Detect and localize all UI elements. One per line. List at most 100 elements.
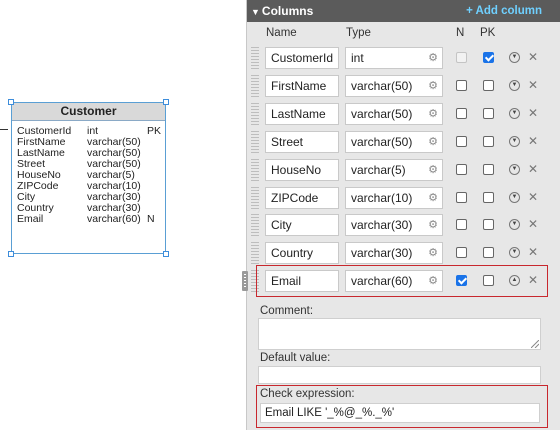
nullable-checkbox[interactable] bbox=[456, 247, 467, 259]
column-name-input[interactable]: ZIPCode bbox=[265, 186, 339, 209]
resize-handle-bottom-left[interactable] bbox=[8, 251, 14, 257]
header-type: Type bbox=[346, 27, 371, 39]
delete-column-icon[interactable]: ✕ bbox=[528, 106, 538, 120]
column-row[interactable]: CustomerId int ⚙ ▼ ✕ bbox=[247, 44, 560, 72]
check-expression-section: Check expression: Email LIKE '_%@_%._%' bbox=[256, 385, 548, 428]
column-row[interactable]: FirstName varchar(50) ⚙ ▼ ✕ bbox=[247, 72, 560, 100]
row-drag-grip-icon[interactable] bbox=[251, 158, 259, 181]
nullable-checkbox[interactable] bbox=[456, 135, 467, 147]
move-down-icon[interactable]: ▼ bbox=[509, 219, 520, 231]
entity-column-flag: PK bbox=[147, 125, 162, 137]
delete-column-icon[interactable]: ✕ bbox=[528, 78, 538, 92]
row-drag-grip-icon[interactable] bbox=[251, 74, 259, 97]
column-row[interactable]: City varchar(30) ⚙ ▼ ✕ bbox=[247, 211, 560, 239]
gear-icon[interactable]: ⚙ bbox=[427, 164, 439, 176]
entity-customer[interactable]: Customer CustomerId int PK FirstName varchar… bbox=[11, 102, 166, 254]
row-drag-grip-icon[interactable] bbox=[251, 242, 259, 265]
primary-key-checkbox[interactable] bbox=[483, 275, 494, 287]
gear-icon[interactable]: ⚙ bbox=[427, 275, 439, 287]
move-down-icon[interactable]: ▼ bbox=[509, 191, 520, 203]
delete-column-icon[interactable]: ✕ bbox=[528, 50, 538, 64]
column-row[interactable]: HouseNo varchar(5) ⚙ ▼ ✕ bbox=[247, 156, 560, 184]
delete-column-icon[interactable]: ✕ bbox=[528, 190, 538, 204]
column-name-input[interactable]: LastName bbox=[265, 102, 339, 125]
header-name: Name bbox=[266, 27, 297, 39]
default-value-label: Default value: bbox=[260, 352, 331, 364]
collapse-triangle-icon[interactable]: ▼ bbox=[251, 7, 260, 17]
resize-handle-top-right[interactable] bbox=[163, 99, 169, 105]
gear-icon[interactable]: ⚙ bbox=[427, 136, 439, 148]
delete-column-icon[interactable]: ✕ bbox=[528, 217, 538, 231]
primary-key-checkbox[interactable] bbox=[483, 163, 494, 175]
columns-panel-title[interactable]: ▼ Columns bbox=[251, 0, 313, 23]
entity-column-flag: N bbox=[147, 213, 155, 225]
drag-handle-icon[interactable] bbox=[242, 271, 248, 291]
gear-icon[interactable]: ⚙ bbox=[427, 219, 439, 231]
resize-handle-bottom-right[interactable] bbox=[163, 251, 169, 257]
row-drag-grip-icon[interactable] bbox=[251, 270, 259, 293]
delete-column-icon[interactable]: ✕ bbox=[528, 245, 538, 259]
nullable-checkbox[interactable] bbox=[456, 191, 467, 203]
comment-textarea[interactable] bbox=[258, 318, 541, 350]
column-row[interactable]: Country varchar(30) ⚙ ▼ ✕ bbox=[247, 239, 560, 267]
row-drag-grip-icon[interactable] bbox=[251, 102, 259, 125]
delete-column-icon[interactable]: ✕ bbox=[528, 134, 538, 148]
row-drag-grip-icon[interactable] bbox=[251, 47, 259, 69]
check-expression-input[interactable]: Email LIKE '_%@_%._%' bbox=[260, 403, 540, 423]
primary-key-checkbox[interactable] bbox=[483, 79, 494, 91]
move-down-icon[interactable]: ▼ bbox=[509, 79, 520, 91]
column-row[interactable]: Street varchar(50) ⚙ ▼ ✕ bbox=[247, 128, 560, 156]
default-value-input[interactable] bbox=[258, 366, 541, 384]
gear-icon[interactable]: ⚙ bbox=[427, 247, 439, 259]
primary-key-checkbox[interactable] bbox=[483, 135, 494, 147]
resize-handle-top-left[interactable] bbox=[8, 99, 14, 105]
column-name-input[interactable]: HouseNo bbox=[265, 158, 339, 181]
nullable-checkbox[interactable] bbox=[456, 163, 467, 175]
row-drag-grip-icon[interactable] bbox=[251, 130, 259, 153]
column-name-input[interactable]: City bbox=[265, 214, 339, 237]
column-name-input[interactable]: FirstName bbox=[265, 74, 339, 97]
nullable-checkbox[interactable] bbox=[456, 275, 467, 287]
delete-column-icon[interactable]: ✕ bbox=[528, 162, 538, 176]
primary-key-checkbox[interactable] bbox=[483, 191, 494, 203]
entity-column-row[interactable]: Email varchar(60) N bbox=[12, 214, 165, 225]
add-column-button[interactable]: + Add column bbox=[466, 0, 542, 22]
column-row[interactable]: LastName varchar(50) ⚙ ▼ ✕ bbox=[247, 100, 560, 128]
column-name-input[interactable]: Country bbox=[265, 242, 339, 265]
move-down-icon[interactable]: ▼ bbox=[509, 135, 520, 147]
gear-icon[interactable]: ⚙ bbox=[427, 192, 439, 204]
entity-columns: CustomerId int PK FirstName varchar(50) LastN… bbox=[12, 121, 165, 225]
entity-column-name: Email bbox=[17, 213, 44, 225]
nullable-checkbox[interactable] bbox=[456, 79, 467, 91]
entity-column-type: varchar(60) bbox=[87, 213, 141, 225]
row-drag-grip-icon[interactable] bbox=[251, 186, 259, 209]
primary-key-checkbox[interactable] bbox=[483, 247, 494, 259]
move-down-icon[interactable]: ▼ bbox=[509, 107, 520, 119]
column-name-input[interactable]: CustomerId bbox=[265, 47, 339, 69]
comment-label: Comment: bbox=[260, 305, 314, 317]
columns-panel-header[interactable]: ▼ Columns + Add column bbox=[247, 0, 560, 22]
nullable-checkbox[interactable] bbox=[456, 52, 467, 63]
delete-column-icon[interactable]: ✕ bbox=[528, 273, 538, 287]
column-headers: Name Type N PK bbox=[247, 22, 560, 44]
primary-key-checkbox[interactable] bbox=[483, 219, 494, 231]
primary-key-checkbox[interactable] bbox=[483, 107, 494, 119]
primary-key-checkbox[interactable] bbox=[483, 52, 494, 63]
header-pk: PK bbox=[480, 27, 496, 39]
move-up-icon[interactable]: ▲ bbox=[509, 275, 520, 287]
resize-grip-icon[interactable] bbox=[531, 340, 539, 348]
gear-icon[interactable]: ⚙ bbox=[427, 52, 439, 64]
column-row[interactable]: Email varchar(60) ⚙ ▲ ✕ bbox=[247, 267, 560, 295]
column-name-input[interactable]: Street bbox=[265, 130, 339, 153]
gear-icon[interactable]: ⚙ bbox=[427, 80, 439, 92]
move-down-icon[interactable]: ▼ bbox=[509, 163, 520, 175]
entity-title: Customer bbox=[12, 103, 165, 121]
row-drag-grip-icon[interactable] bbox=[251, 214, 259, 237]
column-name-input[interactable]: Email bbox=[265, 270, 339, 293]
move-down-icon[interactable]: ▼ bbox=[509, 52, 520, 63]
nullable-checkbox[interactable] bbox=[456, 107, 467, 119]
move-down-icon[interactable]: ▼ bbox=[509, 247, 520, 259]
column-row[interactable]: ZIPCode varchar(10) ⚙ ▼ ✕ bbox=[247, 184, 560, 212]
nullable-checkbox[interactable] bbox=[456, 219, 467, 231]
gear-icon[interactable]: ⚙ bbox=[427, 108, 439, 120]
